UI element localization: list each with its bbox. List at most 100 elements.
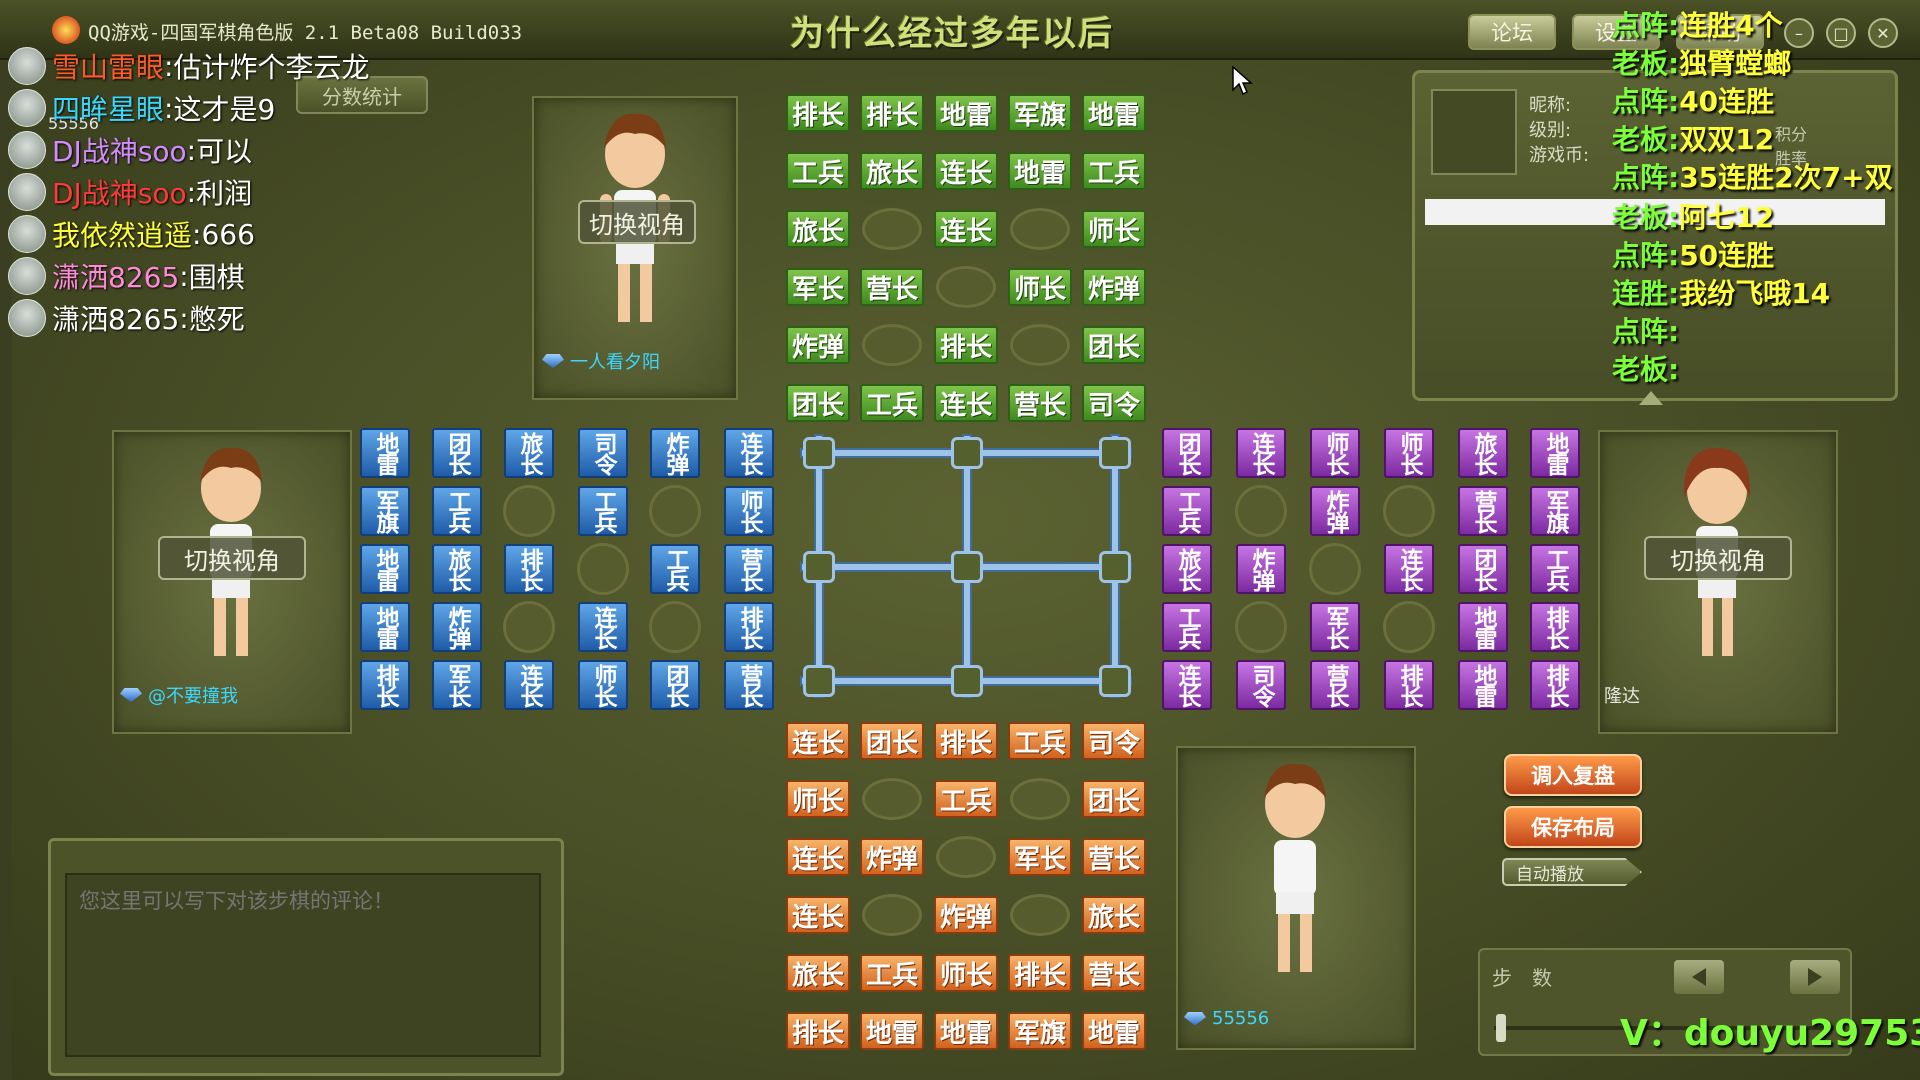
piece-purple[interactable]: 工兵 [1530,544,1580,594]
piece-green[interactable]: 师长 [1008,268,1072,306]
piece-blue[interactable]: 师长 [724,486,774,536]
piece-blue[interactable]: 连长 [578,602,628,652]
piece-purple[interactable]: 工兵 [1162,602,1212,652]
piece-purple[interactable]: 炸弹 [1310,486,1360,536]
piece-purple[interactable]: 地雷 [1458,602,1508,652]
collapse-arrow-icon[interactable] [1639,391,1663,405]
piece-green[interactable]: 工兵 [860,384,924,422]
piece-orange[interactable]: 地雷 [934,1012,998,1050]
station-node[interactable] [1099,665,1131,697]
piece-purple[interactable]: 工兵 [1162,486,1212,536]
save-layout-button[interactable]: 保存布局 [1504,806,1642,848]
piece-green[interactable]: 师长 [1082,210,1146,248]
piece-green[interactable]: 地雷 [1082,94,1146,132]
piece-blue[interactable]: 排长 [504,544,554,594]
piece-orange[interactable]: 炸弹 [860,838,924,876]
piece-blue[interactable]: 营长 [724,660,774,710]
piece-green[interactable]: 排长 [860,94,924,132]
piece-blue[interactable]: 营长 [724,544,774,594]
piece-green[interactable]: 工兵 [1082,152,1146,190]
station-node[interactable] [1099,437,1131,469]
camp-circle[interactable] [936,266,996,308]
piece-blue[interactable]: 旅长 [432,544,482,594]
piece-purple[interactable]: 营长 [1458,486,1508,536]
piece-green[interactable]: 军长 [786,268,850,306]
piece-blue[interactable]: 排长 [360,660,410,710]
piece-blue[interactable]: 地雷 [360,602,410,652]
piece-green[interactable]: 炸弹 [786,326,850,364]
piece-purple[interactable]: 炸弹 [1236,544,1286,594]
piece-green[interactable]: 营长 [1008,384,1072,422]
piece-green[interactable]: 工兵 [786,152,850,190]
piece-green[interactable]: 地雷 [934,94,998,132]
piece-orange[interactable]: 工兵 [934,780,998,818]
piece-purple[interactable]: 师长 [1310,428,1360,478]
auto-play-button[interactable]: 自动播放 [1502,858,1642,886]
piece-purple[interactable]: 连长 [1236,428,1286,478]
piece-orange[interactable]: 工兵 [860,954,924,992]
camp-circle[interactable] [862,324,922,366]
piece-purple[interactable]: 旅长 [1162,544,1212,594]
piece-purple[interactable]: 地雷 [1458,660,1508,710]
piece-blue[interactable]: 地雷 [360,544,410,594]
comment-input[interactable] [65,873,541,1057]
camp-circle[interactable] [1309,543,1361,595]
piece-orange[interactable]: 司令 [1082,722,1146,760]
piece-blue[interactable]: 团长 [650,660,700,710]
piece-green[interactable]: 团长 [786,384,850,422]
piece-green[interactable]: 排长 [786,94,850,132]
piece-green[interactable]: 旅长 [786,210,850,248]
station-node[interactable] [951,665,983,697]
piece-blue[interactable]: 军旗 [360,486,410,536]
station-node[interactable] [951,551,983,583]
piece-green[interactable]: 地雷 [1008,152,1072,190]
piece-purple[interactable]: 团长 [1458,544,1508,594]
next-step-button[interactable] [1790,960,1840,994]
piece-orange[interactable]: 军长 [1008,838,1072,876]
piece-orange[interactable]: 师长 [934,954,998,992]
piece-purple[interactable]: 营长 [1310,660,1360,710]
camp-circle[interactable] [1383,601,1435,653]
piece-purple[interactable]: 排长 [1384,660,1434,710]
piece-blue[interactable]: 司令 [578,428,628,478]
station-node[interactable] [951,437,983,469]
camp-circle[interactable] [1235,601,1287,653]
prev-step-button[interactable] [1674,960,1724,994]
camp-circle[interactable] [577,543,629,595]
piece-green[interactable]: 连长 [934,152,998,190]
piece-orange[interactable]: 军旗 [1008,1012,1072,1050]
camp-circle[interactable] [1383,485,1435,537]
piece-purple[interactable]: 排长 [1530,602,1580,652]
camp-circle[interactable] [503,485,555,537]
piece-purple[interactable]: 司令 [1236,660,1286,710]
load-replay-button[interactable]: 调入复盘 [1504,754,1642,796]
piece-orange[interactable]: 旅长 [786,954,850,992]
piece-green[interactable]: 司令 [1082,384,1146,422]
camp-circle[interactable] [1010,894,1070,936]
station-node[interactable] [1099,551,1131,583]
piece-orange[interactable]: 营长 [1082,954,1146,992]
piece-orange[interactable]: 旅长 [1082,896,1146,934]
piece-orange[interactable]: 营长 [1082,838,1146,876]
piece-orange[interactable]: 连长 [786,838,850,876]
piece-orange[interactable]: 排长 [786,1012,850,1050]
piece-orange[interactable]: 排长 [934,722,998,760]
piece-blue[interactable]: 地雷 [360,428,410,478]
piece-purple[interactable]: 地雷 [1530,428,1580,478]
station-node[interactable] [803,437,835,469]
piece-blue[interactable]: 工兵 [650,544,700,594]
piece-blue[interactable]: 师长 [578,660,628,710]
piece-blue[interactable]: 工兵 [432,486,482,536]
piece-blue[interactable]: 炸弹 [650,428,700,478]
camp-circle[interactable] [862,778,922,820]
camp-circle[interactable] [649,601,701,653]
station-node[interactable] [803,665,835,697]
piece-orange[interactable]: 连长 [786,722,850,760]
piece-orange[interactable]: 工兵 [1008,722,1072,760]
piece-blue[interactable]: 连长 [504,660,554,710]
piece-green[interactable]: 营长 [860,268,924,306]
camp-circle[interactable] [1235,485,1287,537]
piece-green[interactable]: 连长 [934,384,998,422]
piece-purple[interactable]: 连长 [1162,660,1212,710]
piece-blue[interactable]: 军长 [432,660,482,710]
